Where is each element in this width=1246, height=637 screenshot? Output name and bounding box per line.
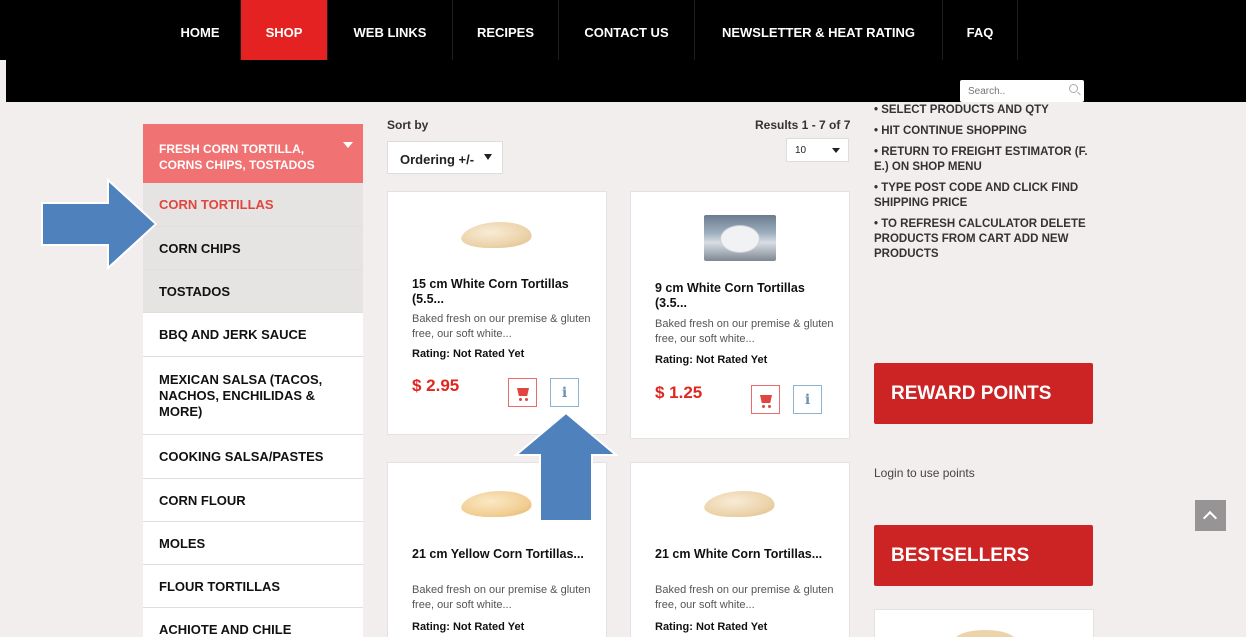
info-button[interactable]: i — [550, 378, 579, 407]
bestsellers-heading: BESTSELLERS — [874, 525, 1093, 586]
sidebar-item-flour-tortillas[interactable]: FLOUR TORTILLAS — [143, 565, 363, 608]
bestseller-card[interactable] — [874, 609, 1094, 637]
annotation-arrow-right-icon — [41, 178, 158, 270]
category-header[interactable]: FRESH CORN TORTILLA, CORNS CHIPS, TOSTAD… — [143, 124, 363, 183]
sidebar-item-label: CORN TORTILLAS — [159, 197, 274, 212]
sidebar-item-label: CORN FLOUR — [159, 492, 246, 508]
product-description: Baked fresh on our premise & gluten free… — [655, 318, 834, 345]
instruction-item: • TO REFRESH CALCULATOR DELETE PRODUCTS … — [874, 218, 1086, 260]
login-to-use-points: Login to use points — [874, 466, 975, 480]
product-rating: Rating: Not Rated Yet — [412, 348, 525, 360]
product-image[interactable] — [704, 215, 776, 261]
nav-home[interactable]: HOME — [160, 0, 241, 60]
sidebar-item-label: MEXICAN SALSA (TACOS, NACHOS, ENCHILIDAS… — [159, 371, 323, 419]
nav-newsletter[interactable]: NEWSLETTER & HEAT RATING — [695, 0, 943, 60]
product-price: $ 2.95 — [412, 376, 460, 395]
product-title[interactable]: 21 cm Yellow Corn Tortillas... — [412, 547, 592, 562]
limit-value: 10 — [795, 145, 807, 156]
shipping-instructions: • SELECT PRODUCTS AND QTY • HIT CONTINUE… — [874, 103, 1100, 268]
product-title[interactable]: 15 cm White Corn Tortillas (5.5... — [412, 277, 592, 307]
add-to-cart-button[interactable] — [751, 385, 780, 414]
search-icon[interactable] — [1069, 84, 1078, 93]
instruction-item: • HIT CONTINUE SHOPPING — [874, 125, 1027, 137]
info-icon: i — [804, 392, 811, 408]
nav-web-links[interactable]: WEB LINKS — [328, 0, 453, 60]
sidebar-item-tostados[interactable]: TOSTADOS — [143, 270, 363, 313]
results-count: Results 1 - 7 of 7 — [755, 118, 851, 132]
sidebar-item-moles[interactable]: MOLES — [143, 522, 363, 565]
product-image[interactable] — [955, 630, 1015, 637]
sidebar-item-label: BBQ AND JERK SAUCE — [159, 327, 307, 342]
sidebar-item-label: MOLES — [159, 535, 206, 551]
sidebar-item-label: COOKING SALSA/PASTES — [159, 449, 324, 464]
add-to-cart-button[interactable] — [508, 378, 537, 407]
info-button[interactable]: i — [793, 385, 822, 414]
cart-icon — [760, 395, 772, 403]
product-image[interactable] — [701, 491, 779, 517]
product-description: Baked fresh on our premise & gluten free… — [655, 584, 834, 611]
sidebar-item-label: CORN CHIPS — [159, 240, 241, 256]
sort-label: Sort by — [387, 118, 429, 132]
annotation-arrow-up-icon — [514, 411, 618, 522]
product-image[interactable] — [458, 222, 536, 248]
cart-icon — [517, 388, 529, 396]
search-input[interactable] — [968, 81, 1068, 101]
instruction-item: • TYPE POST CODE AND CLICK FIND SHIPPING… — [874, 182, 1079, 209]
info-icon: i — [561, 385, 568, 401]
sidebar-item-bbq-jerk-sauce[interactable]: BBQ AND JERK SAUCE — [143, 313, 363, 357]
product-rating: Rating: Not Rated Yet — [655, 621, 768, 633]
sidebar-item-mexican-salsa[interactable]: MEXICAN SALSA (TACOS, NACHOS, ENCHILIDAS… — [143, 357, 363, 435]
sidebar-item-achiote-chile[interactable]: ACHIOTE AND CHILE — [143, 608, 363, 637]
product-rating: Rating: Not Rated Yet — [655, 354, 768, 366]
scroll-top-icon[interactable] — [1195, 500, 1226, 531]
instruction-item: • SELECT PRODUCTS AND QTY — [874, 104, 1049, 116]
product-rating: Rating: Not Rated Yet — [412, 621, 525, 633]
product-card[interactable]: 21 cm White Corn Tortillas... Baked fres… — [630, 462, 850, 637]
sort-select[interactable]: Ordering +/- — [387, 141, 503, 174]
product-card[interactable]: 9 cm White Corn Tortillas (3.5... Baked … — [630, 191, 850, 439]
category-header-label: FRESH CORN TORTILLA, CORNS CHIPS, TOSTAD… — [159, 142, 315, 172]
sidebar-item-label: TOSTADOS — [159, 283, 231, 299]
product-description: Baked fresh on our premise & gluten free… — [412, 313, 591, 340]
sort-value: Ordering +/- — [400, 152, 475, 167]
chevron-down-icon[interactable] — [343, 142, 353, 148]
chevron-down-icon[interactable] — [484, 154, 492, 160]
nav-contact-us[interactable]: CONTACT US — [559, 0, 695, 60]
nav-shop[interactable]: SHOP — [241, 0, 328, 60]
reward-points-heading: REWARD POINTS — [874, 363, 1093, 424]
product-price: $ 1.25 — [655, 383, 703, 402]
sidebar-item-label: ACHIOTE AND CHILE — [159, 621, 292, 637]
sidebar-item-corn-tortillas[interactable]: CORN TORTILLAS — [143, 183, 363, 227]
sidebar-item-label: FLOUR TORTILLAS — [159, 578, 281, 594]
product-title[interactable]: 9 cm White Corn Tortillas (3.5... — [655, 281, 835, 311]
limit-select[interactable]: 10 — [786, 138, 849, 162]
category-sidebar: FRESH CORN TORTILLA, CORNS CHIPS, TOSTAD… — [143, 124, 363, 637]
sidebar-item-corn-chips[interactable]: CORN CHIPS — [143, 227, 363, 270]
nav-recipes[interactable]: RECIPES — [453, 0, 559, 60]
product-card[interactable]: 15 cm White Corn Tortillas (5.5... Baked… — [387, 191, 607, 435]
sidebar-item-corn-flour[interactable]: CORN FLOUR — [143, 479, 363, 522]
sidebar-item-cooking-salsa[interactable]: COOKING SALSA/PASTES — [143, 435, 363, 479]
search-box[interactable] — [960, 80, 1084, 102]
instruction-item: • RETURN TO FREIGHT ESTIMATOR (F. E.) ON… — [874, 146, 1088, 173]
chevron-down-icon[interactable] — [832, 148, 840, 153]
product-description: Baked fresh on our premise & gluten free… — [412, 584, 591, 611]
nav-faq[interactable]: FAQ — [943, 0, 1018, 60]
product-title[interactable]: 21 cm White Corn Tortillas... — [655, 547, 835, 562]
